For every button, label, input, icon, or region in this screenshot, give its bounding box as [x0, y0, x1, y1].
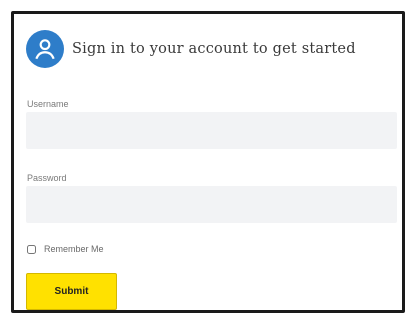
- submit-button[interactable]: Submit: [26, 273, 117, 310]
- username-field[interactable]: [26, 112, 397, 149]
- user-icon: [26, 30, 64, 68]
- sign-in-card: Sign in to your account to get started U…: [11, 11, 405, 313]
- password-field[interactable]: [26, 186, 397, 223]
- remember-me[interactable]: Remember Me: [27, 244, 104, 254]
- sign-in-header: Sign in to your account to get started: [26, 30, 356, 68]
- page-title: Sign in to your account to get started: [72, 41, 356, 57]
- password-label: Password: [27, 173, 67, 183]
- username-label: Username: [27, 99, 69, 109]
- remember-me-checkbox[interactable]: [27, 244, 36, 254]
- remember-me-label: Remember Me: [44, 244, 104, 254]
